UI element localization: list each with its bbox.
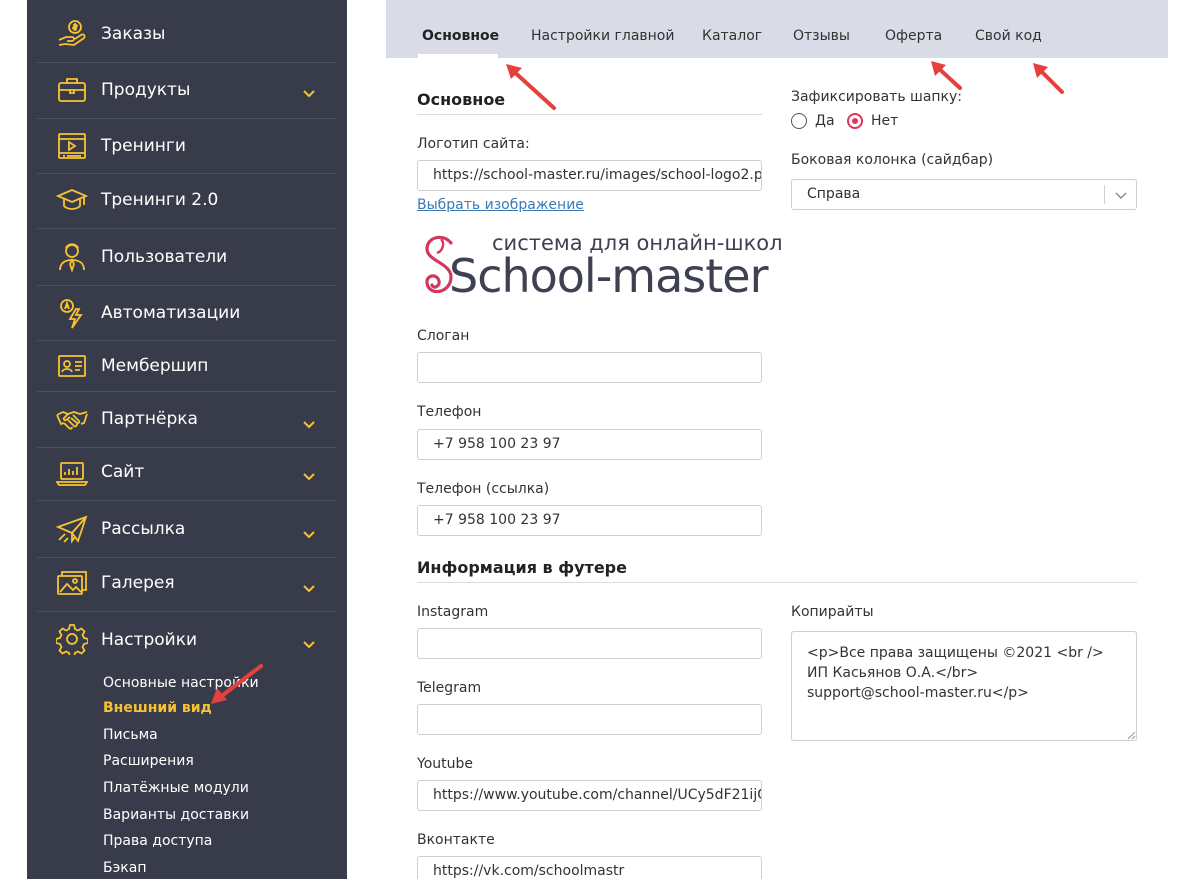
sidebar-item-label: Пользователи xyxy=(101,247,228,267)
sidebar: Заказы Продукты Тренинги Тренинги 2.0 По… xyxy=(27,0,347,879)
section-title-main: Основное xyxy=(417,90,506,109)
sidebar-item-label: Настройки xyxy=(101,630,198,650)
tab-main[interactable]: Основное xyxy=(422,28,499,44)
chevron-down-icon xyxy=(1115,192,1127,199)
sidebar-item-label: Тренинги 2.0 xyxy=(101,190,219,210)
divider xyxy=(417,582,1137,583)
sidebar-item-label: Заказы xyxy=(101,24,166,44)
automation-bolt-icon xyxy=(55,296,89,330)
tab-custom-code[interactable]: Свой код xyxy=(975,28,1042,44)
fix-header-yes-radio[interactable] xyxy=(791,113,807,129)
sidebar-position-select[interactable]: Справа xyxy=(791,179,1137,210)
sidebar-item-label: Продукты xyxy=(101,80,191,100)
paper-plane-icon xyxy=(55,512,89,546)
sidebar-item-gallery[interactable]: Галерея xyxy=(37,558,337,610)
gear-icon xyxy=(55,622,89,656)
handshake-icon xyxy=(55,402,89,436)
sidebar-item-site[interactable]: Сайт xyxy=(37,448,337,500)
tab-bar: Основное Настройки главной Каталог Отзыв… xyxy=(386,0,1168,58)
telegram-label: Telegram xyxy=(417,680,482,696)
tab-home-settings[interactable]: Настройки главной xyxy=(531,28,674,44)
logo-image: система для онлайн-школ School-master xyxy=(417,231,783,305)
vk-field[interactable]: https://vk.com/schoolmastr xyxy=(417,856,762,879)
sidebar-item-products[interactable]: Продукты xyxy=(37,63,337,118)
sidebar-subitem-general-settings[interactable]: Основные настройки xyxy=(103,675,259,691)
sidebar-item-trainings[interactable]: Тренинги xyxy=(37,119,337,173)
fix-header-yes-label[interactable]: Да xyxy=(815,113,835,129)
active-tab-indicator xyxy=(418,54,498,58)
vk-label: Вконтакте xyxy=(417,832,495,848)
sidebar-item-label: Мембершип xyxy=(101,356,209,376)
youtube-field[interactable]: https://www.youtube.com/channel/UCy5dF21… xyxy=(417,780,762,811)
sidebar-item-automations[interactable]: Автоматизации xyxy=(37,286,337,340)
sidebar-position-label: Боковая колонка (сайдбар) xyxy=(791,152,994,168)
telegram-field[interactable] xyxy=(417,704,762,735)
sidebar-subitem-appearance[interactable]: Внешний вид xyxy=(103,700,212,716)
sidebar-subitem-backup[interactable]: Бэкап xyxy=(103,860,146,876)
id-card-icon xyxy=(55,349,89,383)
sidebar-item-label: Сайт xyxy=(101,462,145,482)
sidebar-item-label: Автоматизации xyxy=(101,303,241,323)
divider xyxy=(417,114,762,115)
sidebar-position-value: Справа xyxy=(807,186,861,202)
logo-url-field[interactable]: https://school-master.ru/images/school-l… xyxy=(417,160,762,191)
logo-brand: School-master xyxy=(449,249,769,303)
sidebar-subitem-access-rights[interactable]: Права доступа xyxy=(103,833,212,849)
phone-label: Телефон xyxy=(417,404,482,420)
sidebar-item-label: Галерея xyxy=(101,573,175,593)
chevron-down-icon xyxy=(303,473,315,481)
chevron-down-icon xyxy=(303,421,315,429)
sidebar-subitem-extensions[interactable]: Расширения xyxy=(103,753,194,769)
sidebar-item-trainings-2[interactable]: Тренинги 2.0 xyxy=(37,174,337,226)
sidebar-subitem-letters[interactable]: Письма xyxy=(103,727,158,743)
sidebar-item-label: Партнёрка xyxy=(101,409,198,429)
sidebar-item-label: Тренинги xyxy=(101,136,186,156)
video-player-icon xyxy=(55,129,89,163)
sidebar-subitem-delivery-options[interactable]: Варианты доставки xyxy=(103,807,249,823)
tab-reviews[interactable]: Отзывы xyxy=(793,28,850,44)
user-tie-icon xyxy=(55,239,89,273)
phone-link-field[interactable]: +7 958 100 23 97 xyxy=(417,505,762,536)
tab-catalog[interactable]: Каталог xyxy=(702,28,762,44)
money-hand-icon xyxy=(55,17,89,51)
fix-header-no-radio[interactable] xyxy=(847,113,863,129)
fix-header-label: Зафиксировать шапку: xyxy=(791,89,963,105)
sidebar-item-membership[interactable]: Мембершип xyxy=(37,341,337,391)
copyright-label: Копирайты xyxy=(791,604,874,620)
slogan-field[interactable] xyxy=(417,352,762,383)
section-title-footer: Информация в футере xyxy=(417,558,627,577)
graduation-cap-icon xyxy=(55,183,89,217)
laptop-chart-icon xyxy=(55,456,89,490)
choose-image-link[interactable]: Выбрать изображение xyxy=(417,197,584,213)
select-divider xyxy=(1104,185,1105,204)
chevron-down-icon xyxy=(303,90,315,98)
instagram-field[interactable] xyxy=(417,628,762,659)
chevron-down-icon xyxy=(303,531,315,539)
tab-offer[interactable]: Оферта xyxy=(885,28,942,44)
instagram-label: Instagram xyxy=(417,604,489,620)
main-content: Основное Настройки главной Каталог Отзыв… xyxy=(386,0,1168,879)
fix-header-no-label[interactable]: Нет xyxy=(871,113,898,129)
phone-link-label: Телефон (ссылка) xyxy=(417,481,550,497)
sidebar-item-mailing[interactable]: Рассылка xyxy=(37,501,337,557)
sidebar-item-label: Рассылка xyxy=(101,519,186,539)
briefcase-icon xyxy=(55,73,89,107)
youtube-label: Youtube xyxy=(417,756,473,772)
sidebar-item-users[interactable]: Пользователи xyxy=(37,229,337,285)
chevron-down-icon xyxy=(303,585,315,593)
copyright-textarea[interactable]: <p>Все права защищены ©2021 <br /> ИП Ка… xyxy=(791,631,1137,741)
pictures-icon xyxy=(55,567,89,601)
sidebar-item-settings[interactable]: Настройки xyxy=(37,612,337,668)
logo-label: Логотип сайта: xyxy=(417,136,530,152)
chevron-down-icon xyxy=(303,641,315,649)
sidebar-subitem-payment-modules[interactable]: Платёжные модули xyxy=(103,780,249,796)
sidebar-item-orders[interactable]: Заказы xyxy=(37,10,337,58)
resize-handle-icon[interactable] xyxy=(1127,731,1136,740)
phone-field[interactable]: +7 958 100 23 97 xyxy=(417,429,762,460)
slogan-label: Слоган xyxy=(417,328,470,344)
sidebar-item-partner[interactable]: Партнёрка xyxy=(37,392,337,447)
